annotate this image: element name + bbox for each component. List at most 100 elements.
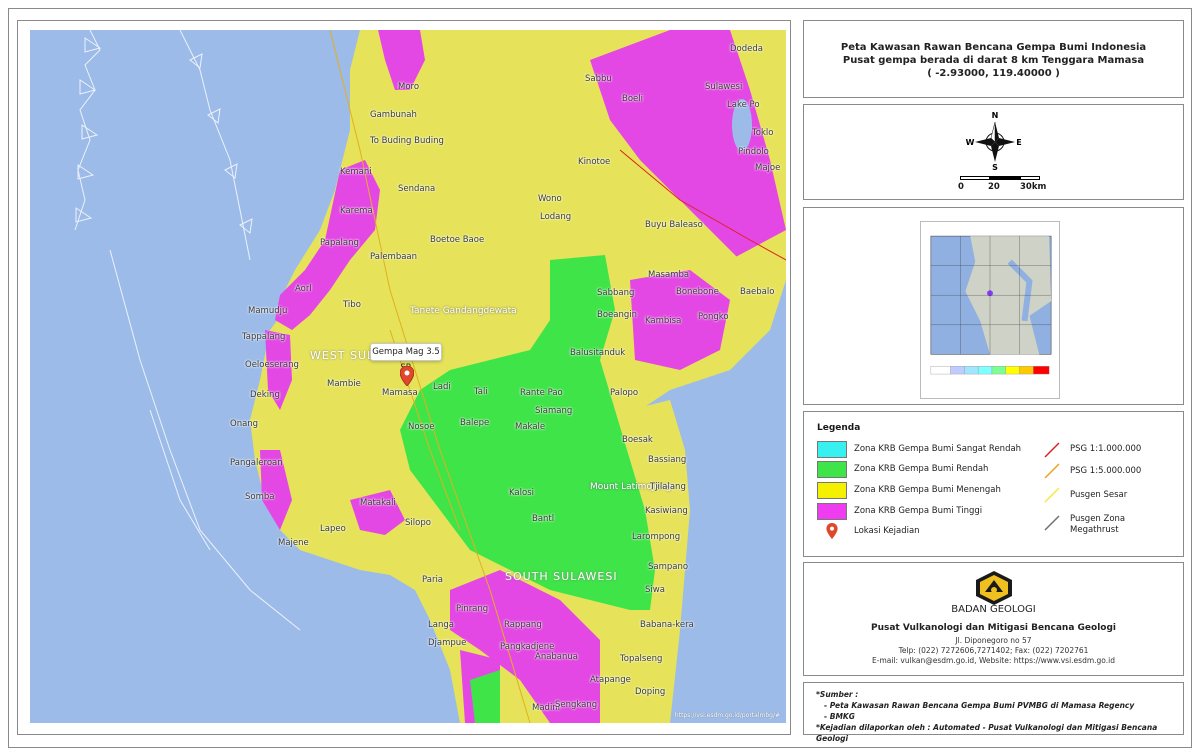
- agency-contact[interactable]: E-mail: vulkan@esdm.go.id, Website: http…: [803, 656, 1184, 665]
- scale-bar: 0 20 30km: [958, 176, 1048, 196]
- place-label: Rante Pao: [520, 388, 563, 398]
- place-label: Kasiwiang: [645, 506, 688, 516]
- place-label: Mamudju: [248, 306, 288, 316]
- place-label: Buyu Baleaso: [645, 220, 703, 230]
- place-label: Tali: [474, 387, 488, 397]
- place-label: Djampue: [428, 638, 467, 648]
- legend-label: Zona KRB Gempa Bumi Rendah: [854, 464, 989, 474]
- place-label: Tibo: [343, 300, 361, 310]
- place-label: Makale: [515, 422, 546, 432]
- place-label: Pongko: [698, 312, 729, 322]
- place-label: Tappalang: [242, 332, 286, 342]
- place-label: Majene: [278, 538, 309, 548]
- agency-address: Jl. Diponegoro no 57: [955, 636, 1032, 645]
- place-label: Rappang: [504, 620, 542, 630]
- place-label: Kambisa: [645, 316, 682, 326]
- place-label: Boetoe Baoe: [430, 235, 485, 245]
- place-label: Boesak: [622, 435, 653, 445]
- fault-line-grey-icon: [1044, 515, 1060, 531]
- fault-line-yellow-icon: [1044, 487, 1060, 503]
- legend-label: Lokasi Kejadian: [854, 526, 920, 536]
- place-label: Siwa: [645, 585, 665, 595]
- place-label: Bantl: [532, 514, 555, 524]
- peak-label: Tanete Gandangdewata: [410, 306, 517, 316]
- epicenter-coordinates: ( -2.93000, 119.40000 ): [927, 68, 1060, 79]
- reported-by: *Kejadian dilaporkan oleh : Automated - …: [816, 723, 1158, 743]
- badan-geologi-logo-icon: [976, 571, 1012, 605]
- place-label: Sabbu: [585, 74, 612, 84]
- fault-line-orange-icon: [1044, 463, 1060, 479]
- location-pin-icon: [826, 523, 838, 539]
- place-label: Palopo: [610, 388, 639, 398]
- legend-label: Zona KRB Gempa Bumi Tinggi: [854, 506, 983, 516]
- place-label: Somba: [245, 492, 275, 502]
- place-label: Babana-kera: [640, 620, 694, 630]
- place-label: Anabanua: [535, 652, 578, 662]
- agency-name: BADAN GEOLOGI: [951, 604, 1036, 615]
- place-label: Lake Po: [727, 100, 760, 110]
- place-label: Sulawesi: [705, 82, 743, 92]
- compass-e: E: [1016, 138, 1021, 147]
- source-item: - Peta Kawasan Rawan Bencana Gempa Bumi …: [824, 701, 1135, 710]
- place-label: To Buding Buding: [370, 136, 444, 146]
- place-label: Ladi: [433, 382, 451, 392]
- place-label: Majoe: [755, 163, 781, 173]
- place-label: Lodang: [540, 212, 572, 222]
- fault-line-red-icon: [1044, 442, 1060, 458]
- place-label: Gambunah: [370, 110, 417, 120]
- place-label: Atapange: [590, 675, 631, 685]
- earthquake-popup[interactable]: Gempa Mag 3.5 SR: [370, 343, 442, 373]
- scale-label: 20: [988, 182, 1000, 192]
- place-label: Sengkang: [555, 700, 598, 710]
- map-credit[interactable]: https://vsi.esdm.go.id/portalmbg/#: [675, 712, 780, 719]
- map-subtitle: Pusat gempa berada di darat 8 km Tenggar…: [842, 55, 1145, 66]
- place-label: Boeangin: [597, 310, 638, 320]
- place-label: Bassiang: [648, 455, 687, 465]
- scale-label: 0: [958, 182, 964, 192]
- event-marker-icon[interactable]: [400, 366, 414, 386]
- compass-n: N: [992, 111, 999, 120]
- place-label: Balusitanduk: [570, 348, 626, 358]
- legend-label: PSG 1:1.000.000: [1070, 444, 1142, 454]
- shakemap-inset[interactable]: [920, 221, 1060, 399]
- place-label: Pangkadjene: [500, 642, 555, 652]
- region-label: SOUTH SULAWESI: [505, 570, 618, 583]
- place-label: Mamasa: [382, 388, 418, 398]
- place-label: Dodeda: [730, 44, 763, 54]
- place-label: Matakali: [360, 498, 396, 508]
- place-label: Baebalo: [740, 287, 775, 297]
- legend-swatch: [817, 461, 847, 478]
- place-label: Wono: [538, 194, 562, 204]
- title-panel: Peta Kawasan Rawan Bencana Gempa Bumi In…: [803, 20, 1184, 98]
- legend-label: PSG 1:5.000.000: [1070, 466, 1142, 476]
- compass-s: S: [992, 163, 998, 170]
- place-label: Balepe: [460, 418, 490, 428]
- place-label: Karema: [340, 206, 373, 216]
- place-label: Onang: [230, 419, 259, 429]
- source-heading: *Sumber :: [816, 690, 859, 699]
- place-label: Pinrang: [456, 604, 489, 614]
- scale-label: 30km: [1020, 182, 1047, 192]
- legend-label: Zona KRB Gempa Bumi Menengah: [854, 485, 1001, 495]
- place-label: Tjilalang: [650, 482, 686, 492]
- legend-swatch: [817, 482, 847, 499]
- place-label: Pindolo: [738, 147, 769, 157]
- legend-title: Legenda: [817, 423, 861, 433]
- source-panel: *Sumber : - Peta Kawasan Rawan Bencana G…: [803, 682, 1184, 743]
- place-label: Palembaan: [370, 252, 418, 262]
- place-label: Langa: [428, 620, 454, 630]
- place-label: Siamang: [535, 406, 573, 416]
- place-label: Doping: [635, 687, 666, 697]
- legend-swatch: [817, 441, 847, 458]
- source-item: - BMKG: [824, 712, 855, 721]
- place-label: Lapeo: [320, 524, 346, 534]
- place-label: Sabbang: [597, 288, 635, 298]
- place-label: Kinotoe: [578, 157, 611, 167]
- place-label: Papalang: [320, 238, 359, 248]
- place-label: Aorl: [295, 284, 312, 294]
- place-label: Boeli: [622, 94, 643, 104]
- place-label: Topalseng: [620, 654, 663, 664]
- place-label: Mambie: [327, 379, 361, 389]
- place-label: Sampano: [648, 562, 689, 572]
- place-label: Sendana: [398, 184, 436, 194]
